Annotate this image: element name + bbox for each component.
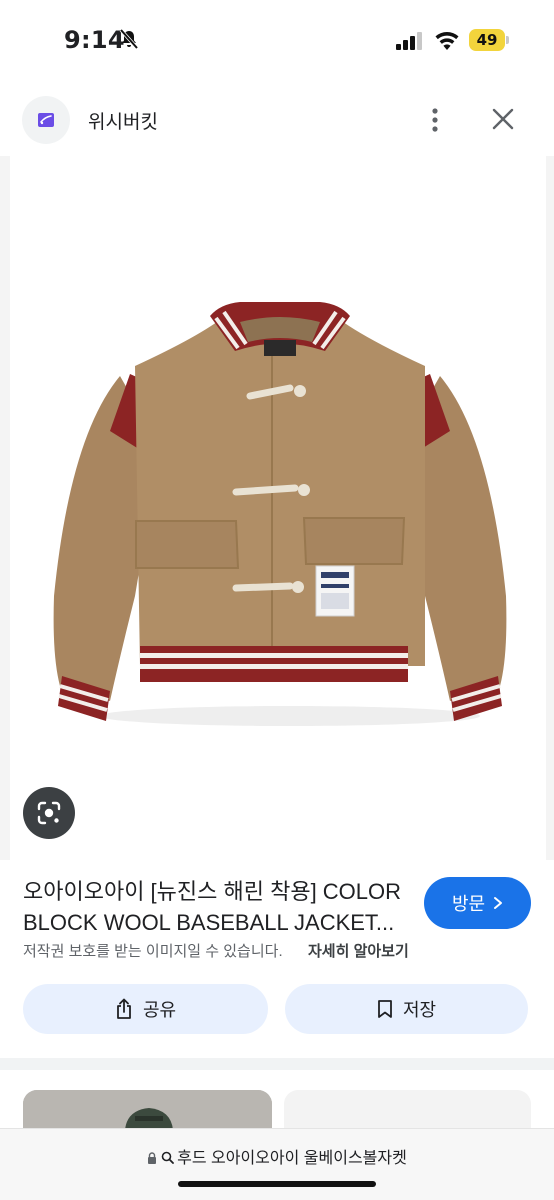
learn-more-link[interactable]: 자세히 알아보기 (308, 940, 409, 961)
related-thumbnail-1-image (23, 1090, 272, 1130)
copyright-notice: 저작권 보호를 받는 이미지일 수 있습니다. (23, 943, 283, 960)
search-icon (161, 1151, 175, 1164)
image-edge-left (0, 156, 10, 860)
close-icon[interactable] (490, 106, 516, 132)
url-bar[interactable]: 후드 오아이오아이 울베이스볼자켓 (0, 1128, 554, 1200)
more-vert-icon[interactable] (424, 106, 446, 134)
status-time: 9:14 (64, 26, 125, 54)
lock-icon (148, 1152, 157, 1164)
battery-indicator: 49 (469, 29, 509, 51)
result-info: 오아이오아이 [뉴진스 해린 착용] COLOR BLOCK WOOL BASE… (0, 860, 554, 1056)
cellular-signal-icon (396, 32, 422, 50)
share-button-label: 공유 (142, 1000, 177, 1020)
visit-button[interactable]: 방문 (424, 877, 531, 929)
url-text: 후드 오아이오아이 울베이스볼자켓 (177, 1150, 407, 1167)
lens-search-icon (37, 801, 61, 825)
chevron-right-icon (494, 897, 503, 909)
related-image-2[interactable] (284, 1090, 531, 1130)
lens-search-button[interactable] (23, 787, 75, 839)
result-title-line-2: BLOCK WOOL BASEBALL JACKET... (23, 910, 395, 935)
result-image-area[interactable] (0, 156, 554, 860)
bell-muted-icon (119, 28, 139, 50)
save-button[interactable]: 저장 (285, 984, 528, 1034)
wishbucket-logo-icon (38, 113, 54, 127)
battery-level: 49 (476, 31, 498, 49)
site-name[interactable]: 위시버킷 (88, 107, 158, 134)
share-icon (117, 998, 131, 1019)
share-button[interactable]: 공유 (23, 984, 268, 1034)
site-logo[interactable] (22, 96, 70, 144)
visit-button-label: 방문 (451, 894, 486, 914)
result-header: 위시버킷 (0, 84, 554, 156)
save-button-label: 저장 (402, 1000, 437, 1020)
status-bar: 9:14 49 (0, 0, 554, 84)
result-title[interactable]: 오아이오아이 [뉴진스 해린 착용] COLOR BLOCK WOOL BASE… (23, 876, 413, 938)
result-title-line-1: 오아이오아이 [뉴진스 해린 착용] COLOR (23, 879, 402, 904)
image-edge-right (546, 156, 554, 860)
jacket-product-image (53, 302, 507, 726)
battery-tip (506, 36, 509, 44)
wifi-icon (435, 32, 459, 50)
home-indicator[interactable] (178, 1181, 376, 1187)
bookmark-icon (378, 1000, 392, 1018)
url-text-row: 후드 오아이오아이 울베이스볼자켓 (0, 1144, 554, 1168)
related-image-1[interactable] (23, 1090, 272, 1130)
section-divider (0, 1058, 554, 1070)
